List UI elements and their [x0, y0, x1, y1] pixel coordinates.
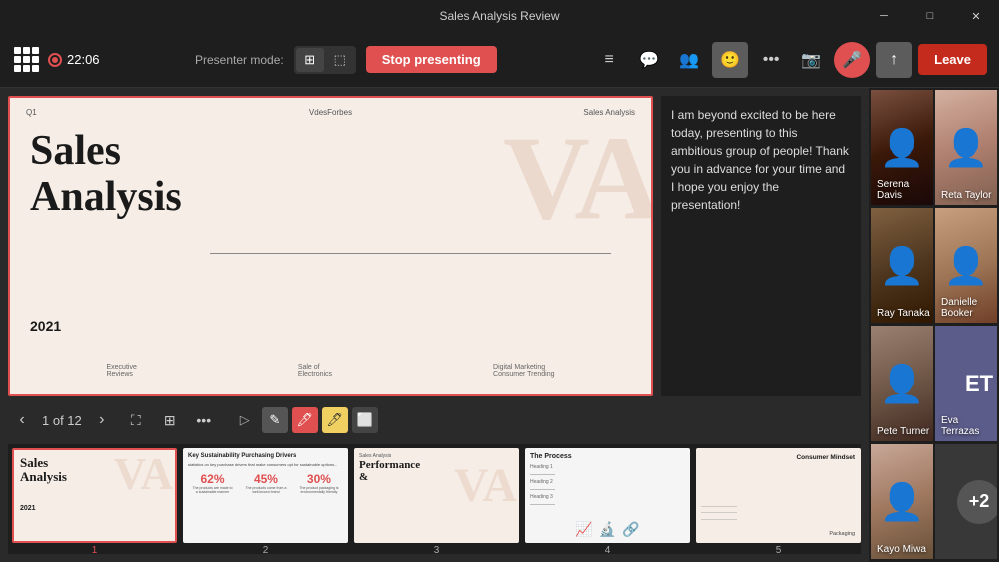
- fullscreen-button[interactable]: ⛶: [122, 406, 150, 434]
- close-button[interactable]: ✕: [953, 0, 999, 32]
- presenter-mode-toggle: ⊞ ⬚: [294, 46, 356, 74]
- participant-name-pete: Pete Turner: [877, 426, 929, 437]
- participant-name-serena: Serena Davis: [877, 179, 933, 201]
- thumbnail-1-image: VA SalesAnalysis 2021: [12, 448, 177, 543]
- thumbnail-5-number: 5: [696, 545, 861, 554]
- participant-tile-eva[interactable]: ET Eva Terrazas: [935, 326, 997, 441]
- window-controls: ─ □ ✕: [861, 0, 999, 32]
- thumbnail-5[interactable]: Consumer Mindset ———————————————————————…: [696, 448, 861, 550]
- content-area: Q1 VdesForbes Sales Analysis Sales Analy…: [0, 88, 999, 562]
- slide-controls: ‹ 1 of 12 › ⛶ ⊞ ••• ▷ ✎ 🖊 🖊 ⬜: [8, 402, 861, 438]
- participant-name-reta: Reta Taylor: [941, 190, 991, 201]
- thumbnail-4-image: The Process Heading 1—————Heading 2—————…: [525, 448, 690, 543]
- participant-tile-ray[interactable]: 👤 Ray Tanaka: [871, 208, 933, 323]
- leave-button[interactable]: Leave: [918, 44, 987, 75]
- eraser-tool[interactable]: ⬜: [352, 407, 378, 433]
- participants-panel: 👤 Serena Davis 👤 Reta Taylor 👤 Ray Tanak…: [869, 88, 999, 562]
- thumbnail-4-number: 4: [525, 545, 690, 554]
- thumbnail-view-button[interactable]: ⊞: [156, 406, 184, 434]
- slide-thumbnails: VA SalesAnalysis 2021 1 Key Sustainabili…: [8, 444, 861, 554]
- apps-button[interactable]: [12, 46, 40, 74]
- main-slide: Q1 VdesForbes Sales Analysis Sales Analy…: [8, 96, 653, 396]
- drawing-tools: ▷ ✎ 🖊 🖊 ⬜: [232, 407, 378, 433]
- thumbnail-3[interactable]: Sales Analysis Performance& VA 3: [354, 448, 519, 550]
- red-marker-tool[interactable]: 🖊: [292, 407, 318, 433]
- chat-button[interactable]: 💬: [632, 43, 666, 77]
- thumbnail-2[interactable]: Key Sustainability Purchasing Drivers st…: [183, 448, 348, 550]
- participant-initials-eva: ET: [965, 371, 993, 397]
- participant-tile-more[interactable]: +2: [935, 444, 997, 559]
- slide-brand: VdesForbes: [309, 108, 352, 117]
- pointer-tool[interactable]: ▷: [232, 407, 258, 433]
- camera-button[interactable]: 📷: [794, 43, 828, 77]
- presentation-panel: Q1 VdesForbes Sales Analysis Sales Analy…: [0, 88, 869, 562]
- participant-tile-pete[interactable]: 👤 Pete Turner: [871, 326, 933, 441]
- call-timer: 22:06: [48, 52, 100, 67]
- yellow-marker-tool[interactable]: 🖊: [322, 407, 348, 433]
- thumbnail-3-image: Sales Analysis Performance& VA: [354, 448, 519, 543]
- thumbnail-4[interactable]: The Process Heading 1—————Heading 2—————…: [525, 448, 690, 550]
- participant-tile-reta[interactable]: 👤 Reta Taylor: [935, 90, 997, 205]
- thumbnail-5-image: Consumer Mindset ———————————————————————…: [696, 448, 861, 543]
- toolbar: 22:06 Presenter mode: ⊞ ⬚ Stop presentin…: [0, 32, 999, 88]
- more-count: +2: [957, 480, 997, 524]
- presenter-mode-side[interactable]: ⬚: [326, 48, 354, 72]
- participant-name-eva: Eva Terrazas: [941, 415, 997, 437]
- speaker-notes: I am beyond excited to be here today, pr…: [661, 96, 861, 396]
- notes-text: I am beyond excited to be here today, pr…: [671, 106, 851, 214]
- title-bar: Sales Analysis Review ─ □ ✕: [0, 0, 999, 32]
- share-button[interactable]: ↑: [876, 42, 912, 78]
- more-participants: +2: [935, 444, 997, 559]
- apps-grid-icon: [14, 47, 39, 72]
- presenter-mode-screen[interactable]: ⊞: [296, 48, 324, 72]
- app-title: Sales Analysis Review: [439, 9, 559, 23]
- next-slide-button[interactable]: ›: [88, 406, 116, 434]
- slide-q1: Q1: [26, 108, 37, 117]
- thumbnail-1[interactable]: VA SalesAnalysis 2021 1: [12, 448, 177, 550]
- more-button[interactable]: •••: [754, 43, 788, 77]
- participants-button[interactable]: 👥: [672, 43, 706, 77]
- slide-content: Q1 VdesForbes Sales Analysis Sales Analy…: [10, 98, 651, 394]
- stop-presenting-button[interactable]: Stop presenting: [366, 46, 497, 73]
- pencil-tool[interactable]: ✎: [262, 407, 288, 433]
- presenter-mode-label: Presenter mode:: [195, 53, 284, 67]
- thumbnail-2-number: 2: [183, 545, 348, 554]
- participant-name-danielle: Danielle Booker: [941, 297, 997, 319]
- reactions-button[interactable]: 🙂: [712, 42, 748, 78]
- recording-dot: [48, 53, 62, 67]
- thumbnail-2-image: Key Sustainability Purchasing Drivers st…: [183, 448, 348, 543]
- slide-main-title: Sales Analysis: [30, 128, 182, 220]
- thumbnail-3-number: 3: [354, 545, 519, 554]
- slide-watermark: VA: [503, 118, 653, 238]
- slide-year: 2021: [30, 318, 61, 334]
- slide-notes-row: Q1 VdesForbes Sales Analysis Sales Analy…: [8, 96, 861, 396]
- participant-tile-serena[interactable]: 👤 Serena Davis: [871, 90, 933, 205]
- maximize-button[interactable]: □: [907, 0, 953, 32]
- slide-title-label: Sales Analysis: [583, 108, 635, 117]
- toolbar-center: Presenter mode: ⊞ ⬚ Stop presenting: [108, 46, 585, 74]
- prev-slide-button[interactable]: ‹: [8, 406, 36, 434]
- participant-name-ray: Ray Tanaka: [877, 308, 930, 319]
- participant-name-kayo: Kayo Miwa: [877, 544, 926, 555]
- participant-tile-kayo[interactable]: 👤 Kayo Miwa: [871, 444, 933, 559]
- slide-underline: [210, 253, 611, 254]
- more-options-button[interactable]: ≡: [592, 43, 626, 77]
- participant-tile-danielle[interactable]: 👤 Danielle Booker: [935, 208, 997, 323]
- slide-footer: ExecutiveReviews Sale ofElectronics Digi…: [26, 364, 635, 378]
- slide-options-button[interactable]: •••: [190, 406, 218, 434]
- mute-button[interactable]: 🎤: [834, 42, 870, 78]
- thumbnail-1-number: 1: [12, 545, 177, 554]
- toolbar-left: 22:06: [12, 46, 100, 74]
- slide-count: 1 of 12: [42, 413, 82, 428]
- minimize-button[interactable]: ─: [861, 0, 907, 32]
- toolbar-right: ≡ 💬 👥 🙂 ••• 📷 🎤 ↑ Leave: [592, 42, 987, 78]
